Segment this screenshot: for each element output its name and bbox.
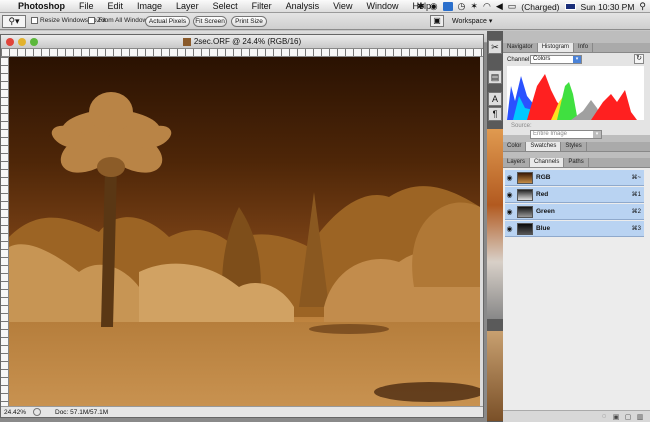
wifi-icon[interactable]: ◠	[483, 1, 491, 12]
image-canvas[interactable]	[9, 57, 480, 406]
menu-bar: Photoshop File Edit Image Layer Select F…	[0, 0, 650, 13]
source-label: Source:	[511, 123, 532, 129]
channels-footer: ◌ ▣ ▢ ▥	[503, 410, 650, 422]
tools-icon[interactable]: ✂	[488, 40, 502, 54]
volume-icon[interactable]: ◀	[496, 1, 503, 12]
menu-layer[interactable]: Layer	[169, 1, 206, 11]
paragraph-icon[interactable]: ¶	[488, 107, 502, 121]
channel-thumbnail	[517, 171, 533, 184]
menu-app-photoshop[interactable]: Photoshop	[16, 1, 72, 11]
character-icon[interactable]: A	[488, 92, 502, 106]
document-file-icon	[182, 37, 191, 46]
zoom-level-field[interactable]: 24.42%	[1, 409, 29, 416]
spotlight-like-icon[interactable]: ✱	[417, 1, 425, 12]
new-channel-icon[interactable]: ▢	[622, 413, 634, 421]
document-status-bar: 24.42% Doc: 57.1M/57.1M	[1, 406, 483, 417]
chevron-down-icon: ▾	[593, 131, 601, 138]
document-size: Doc: 57.1M/57.1M	[55, 408, 109, 416]
tab-layers[interactable]: Layers	[503, 158, 531, 167]
bridge-icon[interactable]: ▣	[430, 15, 444, 27]
tab-channels[interactable]: Channels	[530, 158, 565, 167]
tab-styles[interactable]: Styles	[561, 142, 587, 151]
dock-thumbnail-strip	[487, 331, 503, 421]
histogram-graph	[507, 66, 644, 120]
menu-edit[interactable]: Edit	[101, 1, 131, 11]
channel-thumbnail	[517, 188, 533, 201]
visibility-eye-icon[interactable]: ◉	[505, 225, 514, 233]
clock[interactable]: Sun 10:30 PM	[581, 2, 635, 12]
tab-navigator[interactable]: Navigator	[503, 43, 538, 52]
menu-file[interactable]: File	[72, 1, 101, 11]
chevron-down-icon: ▾	[488, 18, 493, 25]
actions-icon[interactable]: ▤	[488, 70, 502, 84]
source-select[interactable]: Entire Image ▾	[530, 130, 602, 139]
tab-paths[interactable]: Paths	[564, 158, 589, 167]
tool-strip: ✂ ▤ A ¶	[487, 31, 503, 422]
channel-row-red[interactable]: ◉ Red ⌘1	[505, 187, 644, 203]
user-icon[interactable]: ◉	[430, 1, 438, 12]
color-swatches-styles-tabs: Color Swatches Styles	[503, 142, 650, 152]
menu-image[interactable]: Image	[130, 1, 169, 11]
save-selection-icon[interactable]: ▣	[610, 413, 622, 421]
zoom-all-option[interactable]: Zoom All Windows	[88, 17, 150, 24]
battery-status[interactable]: (Charged)	[521, 2, 559, 12]
resize-windows-checkbox[interactable]	[31, 17, 38, 24]
photoshop-dock-icon[interactable]	[442, 2, 453, 11]
menu-filter[interactable]: Filter	[245, 1, 279, 11]
ruler-horizontal[interactable]	[1, 49, 483, 57]
refresh-icon[interactable]: ↻	[634, 54, 644, 64]
visibility-eye-icon[interactable]: ◉	[505, 174, 514, 182]
panel-dock: Navigator Histogram Info Channel: Colors…	[503, 31, 650, 422]
actual-pixels-button[interactable]: Actual Pixels	[145, 16, 190, 27]
fit-screen-button[interactable]: Fit Screen	[193, 16, 227, 27]
navigator-histogram-info-tabs: Navigator Histogram Info	[503, 43, 650, 53]
input-flag-icon[interactable]	[564, 3, 576, 10]
menu-window[interactable]: Window	[359, 1, 405, 11]
tab-color[interactable]: Color	[503, 142, 527, 151]
menu-select[interactable]: Select	[206, 1, 245, 11]
zoom-tool-preset-icon[interactable]: ⚲▾	[2, 15, 26, 28]
battery-icon[interactable]: ▭	[508, 1, 517, 12]
document-title: 2sec.ORF @ 24.4% (RGB/16)	[1, 37, 483, 46]
load-selection-icon[interactable]: ◌	[598, 413, 610, 420]
menu-extras: ✱ ◉ ◷ ✶ ◠ ◀ ▭ (Charged) Sun 10:30 PM ⚲	[417, 0, 650, 13]
visibility-eye-icon[interactable]: ◉	[505, 208, 514, 216]
document-window: 2sec.ORF @ 24.4% (RGB/16) 24.42% Doc: 57…	[0, 34, 484, 418]
zoom-all-checkbox[interactable]	[88, 17, 95, 24]
channel-thumbnail	[517, 205, 533, 218]
time-machine-icon[interactable]: ◷	[458, 1, 466, 12]
spotlight-icon[interactable]: ⚲	[639, 1, 646, 12]
menu-analysis[interactable]: Analysis	[279, 1, 327, 11]
channel-select[interactable]: Colors ▾	[530, 55, 582, 64]
tab-swatches[interactable]: Swatches	[526, 142, 562, 151]
infrared-landscape-photo	[9, 92, 480, 406]
tab-histogram[interactable]: Histogram	[537, 43, 575, 52]
chevron-down-icon: ▾	[573, 56, 581, 63]
channel-thumbnail	[517, 222, 533, 235]
channel-label: Channel:	[507, 57, 532, 63]
channel-row-blue[interactable]: ◉ Blue ⌘3	[505, 221, 644, 237]
tab-info[interactable]: Info	[574, 43, 594, 52]
visibility-eye-icon[interactable]: ◉	[505, 191, 514, 199]
trash-icon[interactable]: ▥	[634, 413, 646, 421]
histogram-panel: Channel: Colors ▾ ↻ Source: Entire Image…	[503, 53, 650, 139]
background-window-strip	[487, 129, 503, 319]
channel-row-rgb[interactable]: ◉ RGB ⌘~	[505, 170, 644, 186]
channel-row-green[interactable]: ◉ Green ⌘2	[505, 204, 644, 220]
print-size-button[interactable]: Print Size	[231, 16, 267, 27]
options-bar: ⚲▾ Resize Windows To Fit Zoom All Window…	[0, 13, 650, 30]
menu-view[interactable]: View	[326, 1, 359, 11]
channels-panel: ◉ RGB ⌘~ ◉ Red ⌘1 ◉ Green ⌘2 ◉ Blue ⌘3 ◌…	[503, 168, 650, 422]
layers-channels-paths-tabs: Layers Channels Paths	[503, 158, 650, 168]
vertical-scrollbar[interactable]	[480, 57, 483, 406]
ruler-vertical[interactable]	[1, 57, 9, 406]
document-titlebar[interactable]: 2sec.ORF @ 24.4% (RGB/16)	[1, 35, 483, 49]
workspace-menu[interactable]: Workspace ▾	[452, 17, 493, 26]
status-menu-icon[interactable]	[33, 408, 41, 416]
bluetooth-icon[interactable]: ✶	[470, 1, 478, 12]
